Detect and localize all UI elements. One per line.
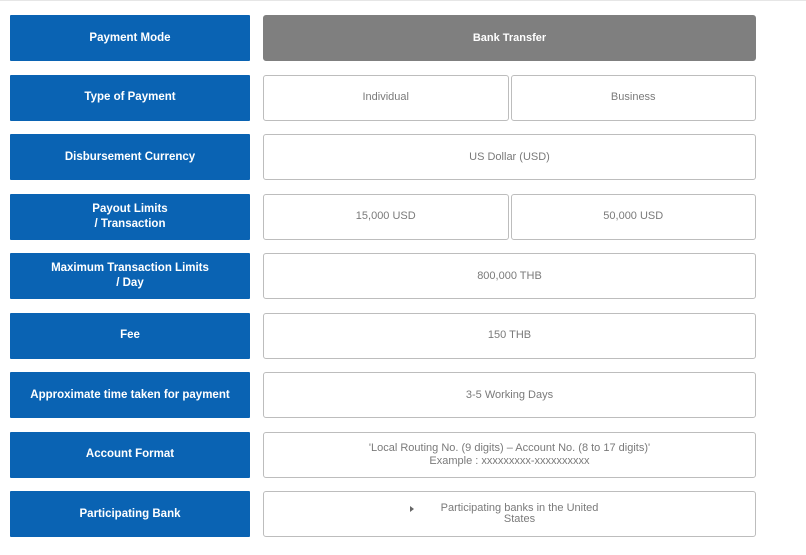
label-approximate-time: Approximate time taken for payment bbox=[10, 372, 250, 418]
account-format-lines: 'Local Routing No. (9 digits) – Account … bbox=[369, 442, 650, 468]
label-text: Payout Limits / Transaction bbox=[92, 202, 168, 230]
values-account-format: 'Local Routing No. (9 digits) – Account … bbox=[263, 431, 756, 478]
label-account-format: Account Format bbox=[10, 431, 250, 478]
label-payout-limits: Payout Limits / Transaction bbox=[10, 193, 250, 240]
triangle-right-icon bbox=[409, 506, 414, 512]
payment-info-table: Payment Mode Bank Transfer Type of Payme… bbox=[10, 15, 756, 551]
row-payout-limits: Payout Limits / Transaction 15,000 USD 5… bbox=[10, 193, 756, 240]
values-max-transaction-limits: 800,000 THB bbox=[263, 253, 756, 299]
label-text: Fee bbox=[120, 329, 140, 341]
value-limit-individual: 15,000 USD bbox=[263, 193, 509, 240]
option-business[interactable]: Business bbox=[510, 74, 756, 121]
row-disbursement-currency: Disbursement Currency US Dollar (USD) bbox=[10, 134, 756, 180]
values-disbursement-currency: US Dollar (USD) bbox=[263, 134, 756, 180]
row-max-transaction-limits: Maximum Transaction Limits / Day 800,000… bbox=[10, 253, 756, 299]
label-text: Participating Bank bbox=[79, 507, 181, 520]
label-type-of-payment: Type of Payment bbox=[10, 74, 250, 121]
label-max-transaction-limits: Maximum Transaction Limits / Day bbox=[10, 253, 250, 299]
label-fee: Fee bbox=[10, 312, 250, 359]
row-approximate-time: Approximate time taken for payment 3-5 W… bbox=[10, 372, 756, 418]
row-type-of-payment: Type of Payment Individual Business bbox=[10, 74, 756, 121]
values-type-of-payment: Individual Business bbox=[263, 74, 756, 121]
label-text: Maximum Transaction Limits / Day bbox=[51, 262, 209, 289]
label-text: Disbursement Currency bbox=[64, 150, 196, 163]
disclosure: Participating banks in the United States bbox=[409, 502, 610, 525]
row-account-format: Account Format 'Local Routing No. (9 dig… bbox=[10, 431, 756, 478]
row-payment-mode: Payment Mode Bank Transfer bbox=[10, 15, 756, 61]
top-divider bbox=[0, 0, 806, 1]
account-format-rule: 'Local Routing No. (9 digits) – Account … bbox=[368, 441, 651, 454]
label-text: Type of Payment bbox=[84, 91, 176, 103]
value-account-format: 'Local Routing No. (9 digits) – Account … bbox=[263, 431, 756, 478]
row-participating-bank: Participating Bank Participating banks i… bbox=[10, 491, 756, 537]
row-fee: Fee 150 THB bbox=[10, 312, 756, 359]
option-individual[interactable]: Individual bbox=[263, 74, 509, 121]
value-time: 3-5 Working Days bbox=[263, 372, 756, 418]
values-participating-bank: Participating banks in the United States bbox=[263, 491, 756, 537]
value-currency: US Dollar (USD) bbox=[263, 134, 756, 180]
participating-banks-label: Participating banks in the United States bbox=[440, 502, 599, 525]
label-payment-mode: Payment Mode bbox=[10, 15, 250, 61]
value-limit-business: 50,000 USD bbox=[510, 193, 756, 240]
value-daily-limit: 800,000 THB bbox=[263, 253, 756, 299]
label-text: Approximate time taken for payment bbox=[30, 388, 230, 401]
label-text: Account Format bbox=[85, 448, 175, 460]
value-fee: 150 THB bbox=[263, 312, 756, 359]
values-payout-limits: 15,000 USD 50,000 USD bbox=[263, 193, 756, 240]
label-participating-bank: Participating Bank bbox=[10, 491, 250, 537]
label-disbursement-currency: Disbursement Currency bbox=[10, 134, 250, 180]
account-format-example: Example : xxxxxxxxx-xxxxxxxxxx bbox=[429, 454, 590, 467]
participating-banks-toggle[interactable]: Participating banks in the United States bbox=[263, 491, 756, 537]
values-payment-mode: Bank Transfer bbox=[263, 15, 756, 61]
values-fee: 150 THB bbox=[263, 312, 756, 359]
label-text: Payment Mode bbox=[89, 31, 171, 44]
option-bank-transfer[interactable]: Bank Transfer bbox=[263, 15, 756, 61]
values-approximate-time: 3-5 Working Days bbox=[263, 372, 756, 418]
